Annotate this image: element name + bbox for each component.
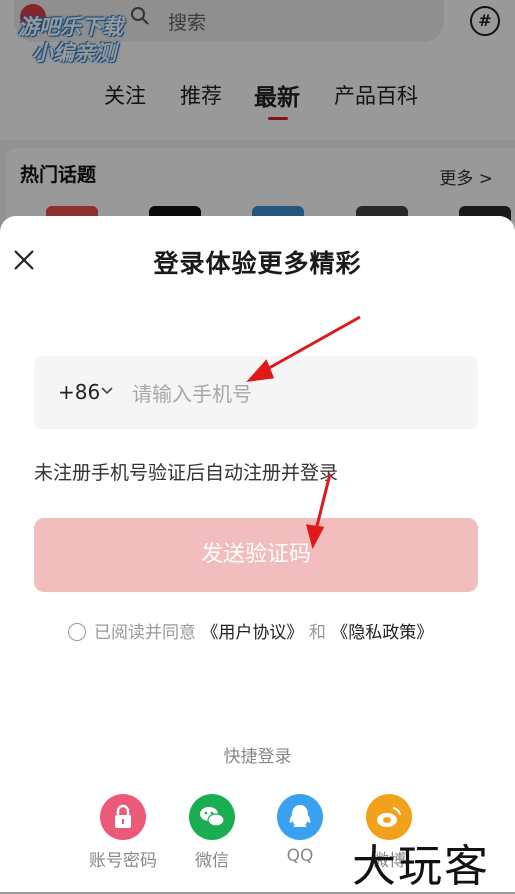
agree-and: 和 bbox=[308, 623, 326, 643]
user-agreement-link[interactable]: 《用户协议》 bbox=[201, 623, 303, 643]
agree-checkbox[interactable] bbox=[68, 623, 86, 641]
phone-input-box: +86 bbox=[34, 356, 478, 429]
quick-login-label-qq: QQ bbox=[286, 846, 314, 866]
quick-login-password[interactable]: 账号密码 bbox=[83, 794, 163, 871]
chevron-down-icon[interactable] bbox=[100, 384, 114, 398]
auto-register-hint: 未注册手机号验证后自动注册并登录 bbox=[34, 462, 339, 484]
agree-prefix: 已阅读并同意 bbox=[94, 623, 196, 643]
quick-login-label-wechat: 微信 bbox=[195, 851, 229, 871]
privacy-policy-link[interactable]: 《隐私政策》 bbox=[331, 623, 433, 643]
login-sheet: 登录体验更多精彩 +86 未注册手机号验证后自动注册并登录 发送验证码 已阅读并… bbox=[0, 216, 515, 892]
country-code-selector[interactable]: +86 bbox=[58, 380, 100, 404]
watermark-bottom-right: 大玩客 bbox=[352, 841, 490, 892]
send-code-button[interactable]: 发送验证码 bbox=[34, 518, 478, 592]
login-title: 登录体验更多精彩 bbox=[153, 249, 362, 278]
phone-number-input[interactable] bbox=[130, 374, 454, 414]
wechat-icon bbox=[189, 794, 235, 840]
agreement-row: 已阅读并同意 《用户协议》 和 《隐私政策》 bbox=[68, 618, 433, 643]
quick-login-label-password: 账号密码 bbox=[89, 851, 157, 871]
quick-login-qq[interactable]: QQ bbox=[260, 794, 340, 866]
lock-icon bbox=[100, 794, 146, 840]
qq-icon bbox=[277, 794, 323, 840]
quick-login-wechat[interactable]: 微信 bbox=[172, 794, 252, 871]
quick-login-label: 快捷登录 bbox=[223, 747, 292, 767]
